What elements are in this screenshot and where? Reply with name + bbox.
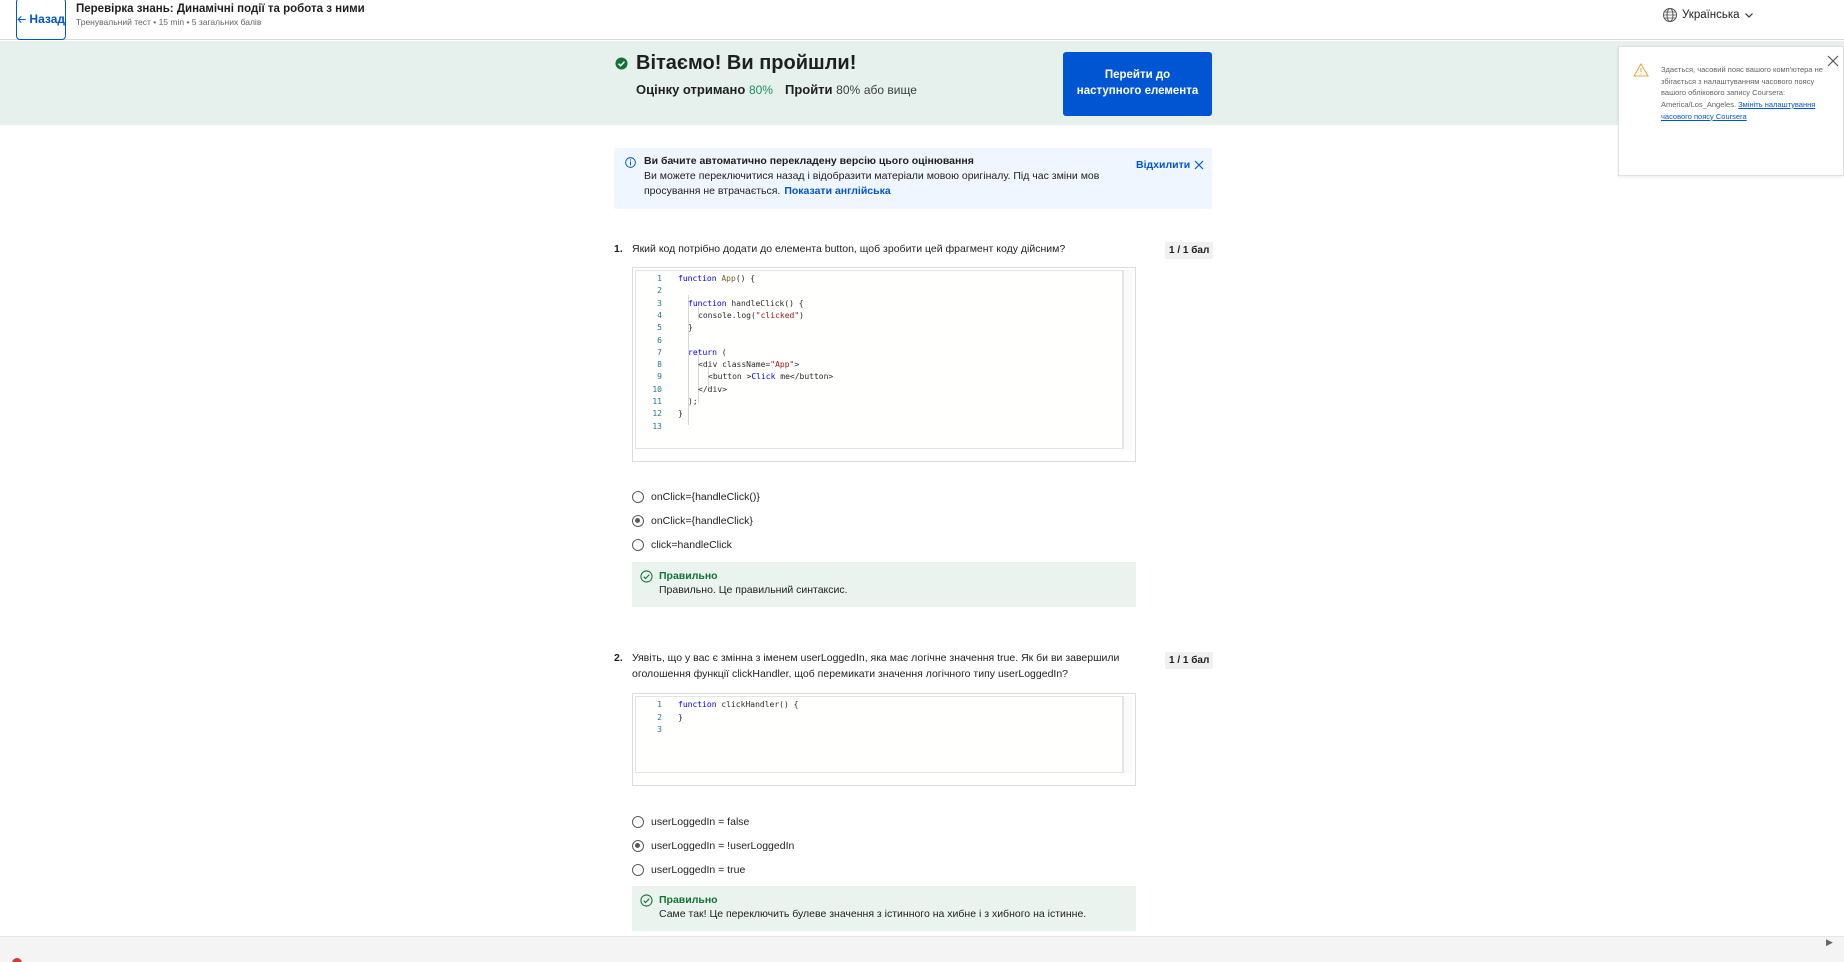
feedback-text: Правильно. Це правильний синтаксис. [659, 584, 848, 596]
question-text: Який код потрібно додати до елемента but… [632, 243, 1066, 255]
bottom-scrollbar[interactable] [0, 936, 1844, 962]
radio-button[interactable] [632, 864, 644, 876]
feedback-text: Саме так! Це переключить булеве значення… [659, 908, 1087, 920]
notice-body: Ви можете переключитися назад і відобраз… [644, 169, 1114, 199]
pass-label: Пройти [784, 82, 833, 97]
radio-button[interactable] [632, 816, 644, 828]
answer-option[interactable]: userLoggedIn = false [632, 816, 749, 828]
dismiss-button[interactable]: Відхилити [1136, 159, 1204, 171]
warning-icon [1633, 63, 1649, 77]
answer-option[interactable]: onClick={handleClick} [632, 515, 753, 527]
code-scrollbar[interactable] [1123, 270, 1132, 449]
scroll-right-icon[interactable]: ▶ [1826, 937, 1833, 948]
globe-icon [1663, 8, 1677, 22]
dismiss-label: Відхилити [1136, 159, 1191, 171]
code-editor: 1 function clickHandler() { 2} 3 [632, 693, 1136, 786]
notice-title: Ви бачите автоматично перекладену версію… [644, 155, 974, 167]
next-item-button[interactable]: Перейти до наступного елемента [1063, 52, 1212, 116]
back-label: Назад [29, 12, 65, 26]
code-area[interactable]: 1 function clickHandler() { 2} 3 [635, 696, 1123, 773]
radio-button-selected[interactable] [632, 515, 644, 527]
translation-notice: Ви бачите автоматично перекладену версію… [614, 148, 1212, 209]
answer-option[interactable]: userLoggedIn = true [632, 864, 745, 876]
code-editor: 1 function App() { 2 3 function handleClic… [632, 267, 1136, 462]
pass-title: Вітаємо! Ви пройшли! [636, 52, 857, 74]
grade-label: Оцінку отримано [636, 82, 746, 97]
check-circle-icon [615, 57, 628, 70]
language-label: Українська [1682, 9, 1740, 21]
timezone-message: Здається, часовий пояс вашого комп'ютера… [1661, 64, 1827, 122]
info-icon [625, 157, 636, 168]
feedback-correct: Правильно Правильно. Це правильний синта… [632, 562, 1136, 607]
feedback-title: Правильно [659, 570, 718, 582]
pass-value: 80% [836, 83, 861, 97]
arrow-left-icon [17, 15, 26, 23]
question-text-line: оголошення функції clickHandler, щоб пер… [632, 668, 1069, 681]
radio-button-selected[interactable] [632, 840, 644, 852]
code-area[interactable]: 1 function App() { 2 3 function handleClic… [635, 270, 1123, 449]
question-points: 1 / 1 бал [1165, 652, 1214, 669]
question-text-line: Уявіть, що у вас є змінна з іменем userL… [632, 652, 1120, 664]
check-circle-outline-icon [640, 570, 653, 583]
feedback-title: Правильно [659, 894, 718, 906]
answer-option[interactable]: userLoggedIn = !userLoggedIn [632, 840, 794, 852]
pass-banner [0, 41, 1844, 125]
grade-summary: Оцінку отримано 80% Пройти 80% або вище [636, 82, 917, 97]
question-text: Уявіть, що у вас є змінна з іменем userL… [632, 650, 1152, 683]
question-number: 2. [614, 652, 623, 664]
page-title: Перевірка знань: Динамічні події та робо… [76, 3, 365, 15]
back-button[interactable]: Назад [16, 0, 66, 40]
top-bar: Назад Перевірка знань: Динамічні події т… [0, 0, 1844, 40]
page-meta: Тренувальний тест • 15 min • 5 загальних… [76, 17, 262, 27]
timezone-toast: Здається, часовий пояс вашого комп'ютера… [1618, 46, 1844, 176]
radio-button[interactable] [632, 491, 644, 503]
grade-value: 80% [748, 83, 773, 97]
close-icon [1194, 160, 1204, 170]
close-icon[interactable] [1827, 55, 1839, 67]
language-selector[interactable]: Українська [1662, 7, 1754, 23]
show-english-link[interactable]: Показати англійська [784, 185, 890, 197]
taskbar-icon[interactable] [12, 958, 22, 962]
feedback-correct: Правильно Саме так! Це переключить булев… [632, 886, 1136, 931]
pass-suffix: або вище [863, 83, 917, 97]
answer-option[interactable]: onClick={handleClick()} [632, 491, 760, 503]
question-number: 1. [614, 243, 623, 255]
code-scrollbar[interactable] [1123, 696, 1132, 773]
check-circle-outline-icon [640, 894, 653, 907]
radio-button[interactable] [632, 539, 644, 551]
answer-option[interactable]: click=handleClick [632, 539, 732, 551]
question-points: 1 / 1 бал [1165, 242, 1214, 259]
chevron-down-icon [1744, 13, 1753, 18]
